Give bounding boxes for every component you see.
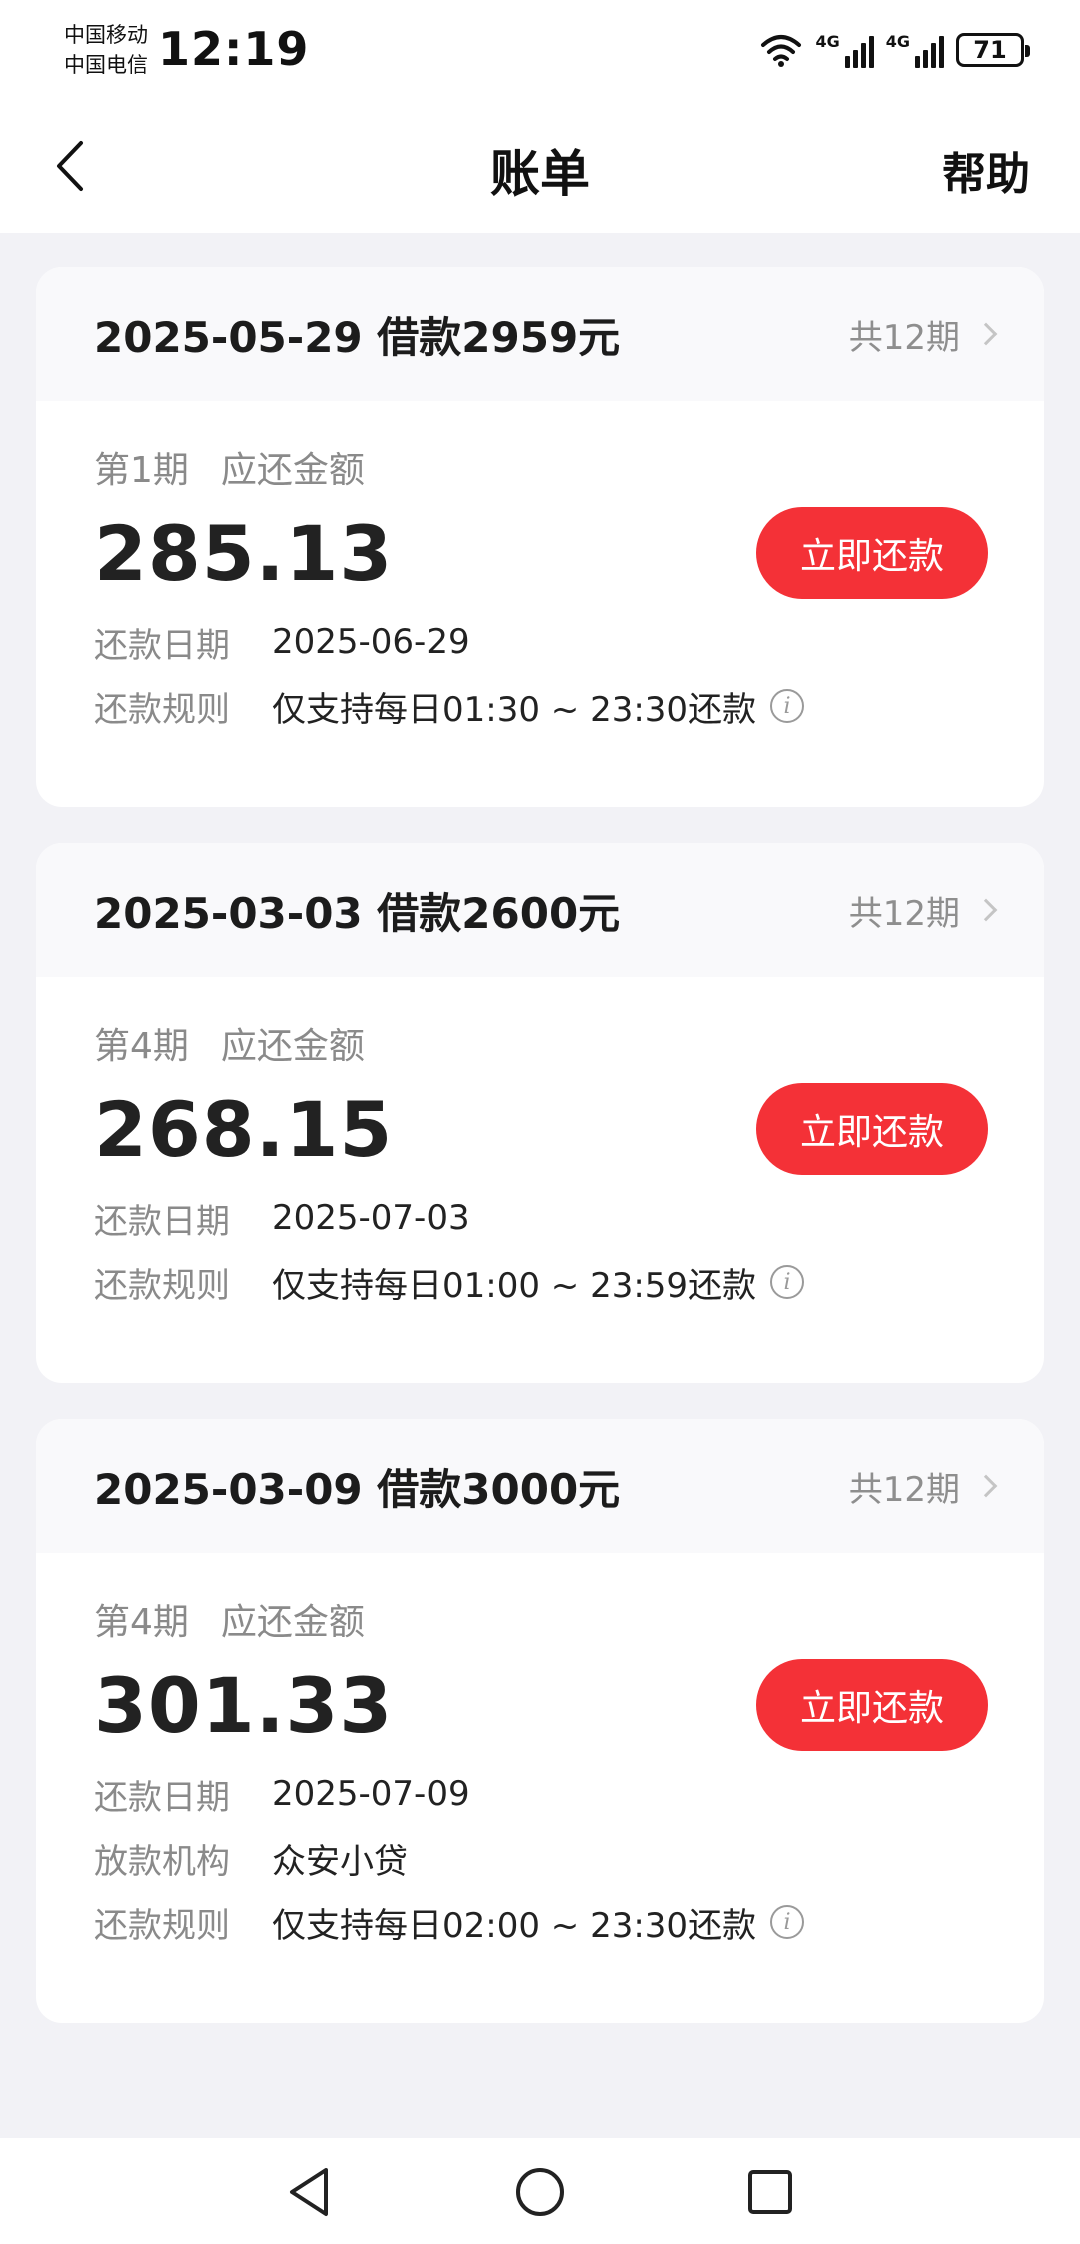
repay-rule-label: 还款规则 [94,1905,230,1946]
status-bar: 中国移动 中国电信 12:19 4G 4G 71 [0,0,1080,100]
chevron-left-icon [57,141,83,191]
nav-bar: 账单 帮助 [0,100,1080,233]
repay-date: 2025-07-03 [272,1198,470,1238]
lender-row: 放款机构 众安小贷 [94,1826,986,1890]
bill-card-header[interactable]: 2025-05-29 借款2959元 共12期 [36,267,1044,401]
pay-now-button[interactable]: 立即还款 [756,1659,988,1751]
repay-rule-label: 还款规则 [94,689,230,730]
info-icon[interactable]: i [770,689,805,723]
repay-date-label: 还款日期 [94,625,230,666]
loan-title: 2025-05-29 借款2959元 [94,312,621,362]
terms-count: 共12期 [848,893,960,934]
repay-date-row: 还款日期 2025-07-09 [94,1762,986,1826]
clock: 12:19 [158,22,310,76]
terms-link[interactable]: 共12期 [848,1462,998,1511]
info-icon[interactable]: i [770,1265,805,1299]
pay-now-button[interactable]: 立即还款 [756,1083,988,1175]
due-amount-label: 应还金额 [220,1026,365,1067]
bill-card-2: 2025-03-03 借款2600元 共12期 第4期 应还金额 268.15 … [36,843,1044,1383]
chevron-right-icon [974,322,998,346]
repay-rule-row: 还款规则 仅支持每日02:00 ~ 23:30还款 i [94,1890,986,1954]
info-icon[interactable]: i [770,1905,805,1939]
carrier-1: 中国移动 [64,23,148,47]
terms-count: 共12期 [848,1469,960,1510]
loan-title: 2025-03-09 借款3000元 [94,1464,621,1514]
system-back-button[interactable] [282,2164,338,2220]
bill-card-body: 第1期 应还金额 285.13 立即还款 还款日期 2025-06-29 还款规… [36,401,1044,738]
square-recent-icon [748,2170,792,2214]
due-label: 第4期 应还金额 [94,1593,986,1645]
bill-card-1: 2025-05-29 借款2959元 共12期 第1期 应还金额 285.13 … [36,267,1044,807]
page-title: 账单 [490,145,590,203]
system-nav-bar [0,2138,1080,2244]
repay-rule-row: 还款规则 仅支持每日01:30 ~ 23:30还款 i [94,674,986,738]
due-label: 第1期 应还金额 [94,441,986,493]
carrier-2: 中国电信 [64,53,148,77]
period-label: 第4期 [94,1602,189,1643]
system-home-button[interactable] [512,2164,568,2220]
bill-card-body: 第4期 应还金额 301.33 立即还款 还款日期 2025-07-09 放款机… [36,1553,1044,1954]
period-label: 第1期 [94,450,189,491]
triangle-back-icon [290,2168,328,2216]
repay-rule-row: 还款规则 仅支持每日01:00 ~ 23:59还款 i [94,1250,986,1314]
lender-label: 放款机构 [94,1841,230,1882]
terms-count: 共12期 [848,317,960,358]
chevron-right-icon [974,1474,998,1498]
repay-date-row: 还款日期 2025-06-29 [94,610,986,674]
bill-card-header[interactable]: 2025-03-09 借款3000元 共12期 [36,1419,1044,1553]
bill-page: 中国移动 中国电信 12:19 4G 4G 71 账单 帮助 2025-05-2… [0,0,1080,2244]
bill-card-header[interactable]: 2025-03-03 借款2600元 共12期 [36,843,1044,977]
repay-date: 2025-07-09 [272,1774,470,1814]
pay-now-button[interactable]: 立即还款 [756,507,988,599]
chevron-right-icon [974,898,998,922]
due-amount-label: 应还金额 [220,450,365,491]
period-label: 第4期 [94,1026,189,1067]
carrier-labels: 中国移动 中国电信 [64,20,148,80]
loan-title: 2025-03-03 借款2600元 [94,888,621,938]
terms-link[interactable]: 共12期 [848,310,998,359]
wifi-icon [761,35,802,67]
circle-home-icon [516,2168,564,2216]
repay-date-label: 还款日期 [94,1777,230,1818]
back-button[interactable] [40,136,100,196]
network-type-1: 4G [815,32,840,51]
lender: 众安小贷 [272,1841,408,1882]
network-type-2: 4G [885,32,910,51]
help-button[interactable]: 帮助 [942,138,1030,202]
repay-date-row: 还款日期 2025-07-03 [94,1186,986,1250]
repay-date-label: 还款日期 [94,1201,230,1242]
system-recent-button[interactable] [742,2164,798,2220]
due-amount-label: 应还金额 [220,1602,365,1643]
battery-icon: 71 [956,33,1030,67]
repay-rule: 仅支持每日01:30 ~ 23:30还款 [272,689,757,730]
status-icons: 4G 4G 71 [759,30,1030,70]
signal-icon-1: 4G [815,32,874,68]
repay-date: 2025-06-29 [272,622,470,662]
repay-rule: 仅支持每日02:00 ~ 23:30还款 [272,1905,757,1946]
signal-icon-2: 4G [886,32,944,68]
repay-rule: 仅支持每日01:00 ~ 23:59还款 [272,1265,757,1306]
battery-level: 71 [973,36,1007,64]
repay-rule-label: 还款规则 [94,1265,230,1306]
due-label: 第4期 应还金额 [94,1017,986,1069]
bill-card-3: 2025-03-09 借款3000元 共12期 第4期 应还金额 301.33 … [36,1419,1044,2023]
terms-link[interactable]: 共12期 [848,886,998,935]
bill-card-body: 第4期 应还金额 268.15 立即还款 还款日期 2025-07-03 还款规… [36,977,1044,1314]
